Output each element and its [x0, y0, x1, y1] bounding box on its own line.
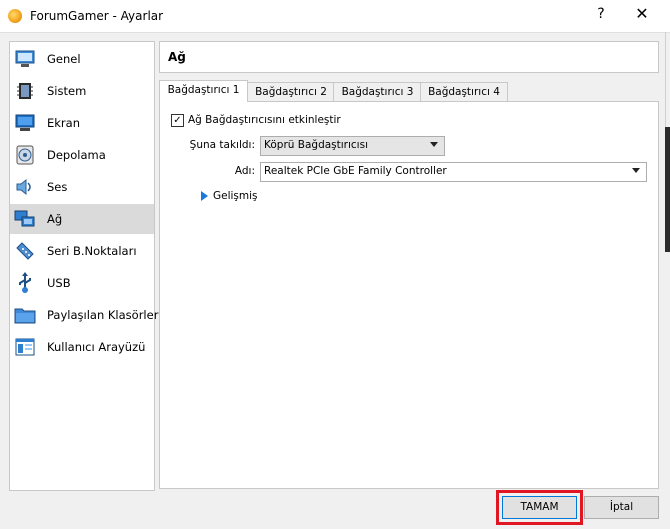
adapter-name-select[interactable]: Realtek PCIe GbE Family Controller: [260, 162, 647, 182]
ok-button[interactable]: TAMAM: [496, 490, 583, 525]
name-label: Adı:: [234, 165, 255, 177]
app-icon: [8, 9, 22, 23]
sidebar-item-label: Kullanıcı Arayüzü: [47, 340, 146, 354]
tab-adapter-2[interactable]: Bağdaştırıcı 2: [247, 82, 335, 102]
tab-adapter-3[interactable]: Bağdaştırıcı 3: [333, 82, 422, 102]
help-button[interactable]: ?: [592, 6, 610, 26]
settings-sidebar: Genel Sistem Ekran Depolama Ses Ağ Seri …: [9, 41, 158, 491]
sidebar-item-label: Ağ: [47, 212, 63, 226]
monitor-general-icon: [14, 48, 36, 70]
title-bar: ForumGamer - Ayarlar ? ✕: [0, 0, 670, 33]
sidebar-item-sistem[interactable]: Sistem: [10, 76, 154, 106]
sidebar-item-kullanici-arayuzu[interactable]: Kullanıcı Arayüzü: [10, 332, 154, 362]
display-icon: [14, 112, 36, 134]
page-title-box: Ağ: [159, 41, 659, 73]
folder-icon: [14, 304, 36, 326]
sidebar-item-label: Genel: [47, 52, 81, 66]
sidebar-item-label: Ekran: [47, 116, 80, 130]
background-window-edge: [665, 32, 666, 127]
sidebar-item-label: Paylaşılan Klasörler: [47, 308, 159, 322]
disk-icon: [14, 144, 36, 166]
cancel-button[interactable]: İptal: [584, 496, 659, 519]
advanced-toggle[interactable]: Gelişmiş: [213, 190, 258, 202]
sidebar-item-ekran[interactable]: Ekran: [10, 108, 154, 138]
sidebar-item-depolama[interactable]: Depolama: [10, 140, 154, 170]
sidebar-item-genel[interactable]: Genel: [10, 44, 154, 74]
sidebar-item-ag[interactable]: Ağ: [10, 204, 154, 234]
tab-adapter-1[interactable]: Bağdaştırıcı 1: [159, 80, 248, 102]
sidebar-item-label: Seri B.Noktaları: [47, 244, 137, 258]
speaker-icon: [14, 176, 36, 198]
sidebar-item-label: Sistem: [47, 84, 87, 98]
adapter-name-value: Realtek PCIe GbE Family Controller: [264, 165, 447, 177]
chevron-down-icon: [632, 168, 640, 173]
sidebar-item-label: USB: [47, 276, 71, 290]
serial-port-icon: [14, 240, 36, 262]
sidebar-item-usb[interactable]: USB: [10, 268, 154, 298]
enable-adapter-checkbox[interactable]: ✓: [171, 114, 184, 127]
tab-content: ✓ Ağ Bağdaştırıcısını etkinleştir Şuna t…: [159, 101, 659, 489]
network-icon: [14, 208, 36, 230]
sidebar-item-seri-b-noktalari[interactable]: Seri B.Noktaları: [10, 236, 154, 266]
attached-to-value: Köprü Bağdaştırıcısı: [264, 139, 368, 151]
sidebar-item-label: Depolama: [47, 148, 106, 162]
ui-icon: [14, 336, 36, 358]
sidebar-item-label: Ses: [47, 180, 68, 194]
background-window-edge: [665, 127, 670, 252]
chevron-down-icon: [430, 142, 438, 147]
sidebar-item-ses[interactable]: Ses: [10, 172, 154, 202]
expand-arrow-icon[interactable]: [201, 191, 208, 201]
sidebar-item-paylasilan-klasorler[interactable]: Paylaşılan Klasörler: [10, 300, 158, 330]
close-button[interactable]: ✕: [632, 4, 652, 26]
usb-icon: [14, 272, 36, 294]
attached-to-select[interactable]: Köprü Bağdaştırıcısı: [260, 136, 445, 156]
attached-to-label: Şuna takıldı:: [189, 139, 255, 151]
window-title: ForumGamer - Ayarlar: [30, 9, 164, 23]
page-title: Ağ: [168, 50, 186, 64]
tab-adapter-4[interactable]: Bağdaştırıcı 4: [420, 82, 508, 102]
chip-icon: [14, 80, 36, 102]
enable-adapter-label: Ağ Bağdaştırıcısını etkinleştir: [188, 114, 341, 126]
